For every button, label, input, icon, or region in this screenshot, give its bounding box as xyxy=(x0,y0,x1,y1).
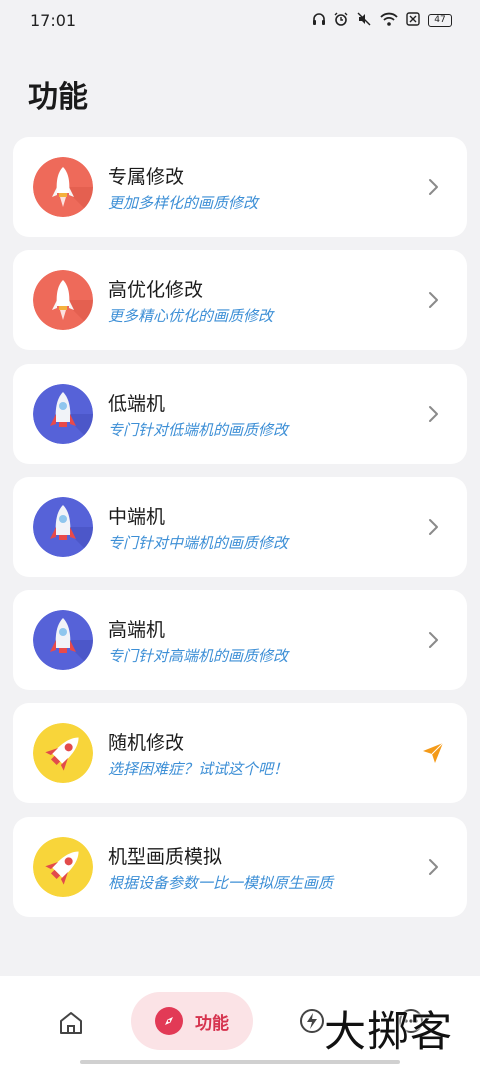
status-time: 17:01 xyxy=(30,10,77,30)
card-title: 高优化修改 xyxy=(108,279,204,302)
lightning-icon[interactable] xyxy=(298,1007,326,1035)
rocket-yellow-icon xyxy=(33,836,93,897)
rocket-blue-icon xyxy=(33,610,93,671)
card-text: 低端机 专门针对低端机的画质修改 xyxy=(108,392,288,441)
card-subtitle: 专门针对低端机的画质修改 xyxy=(108,420,289,439)
card-text: 高端机 专门针对高端机的画质修改 xyxy=(108,618,288,667)
feature-card-random[interactable]: 随机修改 选择困难症？试试这个吧！ xyxy=(13,703,467,804)
card-title: 机型画质模拟 xyxy=(108,845,223,868)
feature-list: 专属修改 更加多样化的画质修改 高优化修改 更多精心优化的画质修改 低端机 专门… xyxy=(13,137,467,930)
page-title: 功能 xyxy=(28,80,88,115)
feature-card-high-optimization[interactable]: 高优化修改 更多精心优化的画质修改 xyxy=(13,250,467,351)
wifi-icon xyxy=(380,12,398,29)
card-title: 随机修改 xyxy=(108,732,185,755)
card-subtitle: 选择困难症？试试这个吧！ xyxy=(108,760,289,779)
chevron-right-icon[interactable] xyxy=(427,628,441,652)
card-title: 高端机 xyxy=(108,619,166,642)
chevron-right-icon[interactable] xyxy=(427,402,441,426)
chevron-right-icon[interactable] xyxy=(427,288,441,312)
card-subtitle: 根据设备参数一比一模拟原生画质 xyxy=(108,873,334,892)
card-text: 专属修改 更加多样化的画质修改 xyxy=(108,165,258,214)
card-title: 低端机 xyxy=(108,392,166,415)
card-text: 随机修改 选择困难症？试试这个吧！ xyxy=(108,731,288,780)
nav-item-features[interactable]: 功能 xyxy=(131,992,253,1050)
card-text: 机型画质模拟 根据设备参数一比一模拟原生画质 xyxy=(108,845,333,894)
feature-card-high-end[interactable]: 高端机 专门针对高端机的画质修改 xyxy=(13,590,467,691)
card-subtitle: 专门针对中端机的画质修改 xyxy=(108,533,289,552)
rocket-red-icon xyxy=(33,157,93,217)
status-icons: 47 xyxy=(312,11,452,29)
chevron-right-icon[interactable] xyxy=(427,855,441,879)
home-icon[interactable] xyxy=(56,1008,86,1038)
mute-icon xyxy=(356,12,372,29)
compass-icon xyxy=(155,1007,183,1035)
card-text: 高优化修改 更多精心优化的画质修改 xyxy=(108,278,273,327)
alarm-icon xyxy=(334,12,348,29)
card-text: 中端机 专门针对中端机的画质修改 xyxy=(108,505,288,554)
chevron-right-icon[interactable] xyxy=(427,515,441,539)
send-icon[interactable] xyxy=(421,741,445,765)
feature-card-exclusive[interactable]: 专属修改 更加多样化的画质修改 xyxy=(13,137,467,237)
status-bar: 17:01 47 xyxy=(0,0,480,40)
chevron-right-icon[interactable] xyxy=(427,175,441,199)
feature-card-low-end[interactable]: 低端机 专门针对低端机的画质修改 xyxy=(13,363,467,464)
card-subtitle: 更加多样化的画质修改 xyxy=(108,194,259,212)
card-subtitle: 更多精心优化的画质修改 xyxy=(108,307,274,326)
card-subtitle: 专门针对高端机的画质修改 xyxy=(108,647,289,666)
card-title: 中端机 xyxy=(108,505,166,528)
rocket-red-icon xyxy=(33,270,93,331)
battery-icon: 47 xyxy=(428,13,452,27)
rocket-yellow-icon xyxy=(33,723,93,784)
rocket-blue-icon xyxy=(33,496,93,557)
feature-card-model-simulation[interactable]: 机型画质模拟 根据设备参数一比一模拟原生画质 xyxy=(13,816,467,917)
headphones-icon xyxy=(312,12,326,29)
sim-icon xyxy=(406,11,420,29)
card-title: 专属修改 xyxy=(108,166,185,188)
rocket-blue-icon xyxy=(33,383,93,444)
feature-card-mid-range[interactable]: 中端机 专门针对中端机的画质修改 xyxy=(13,476,467,577)
nav-item-label: 功能 xyxy=(195,1013,229,1034)
home-indicator[interactable] xyxy=(80,1060,400,1064)
watermark: 大掷客 xyxy=(324,1007,454,1056)
